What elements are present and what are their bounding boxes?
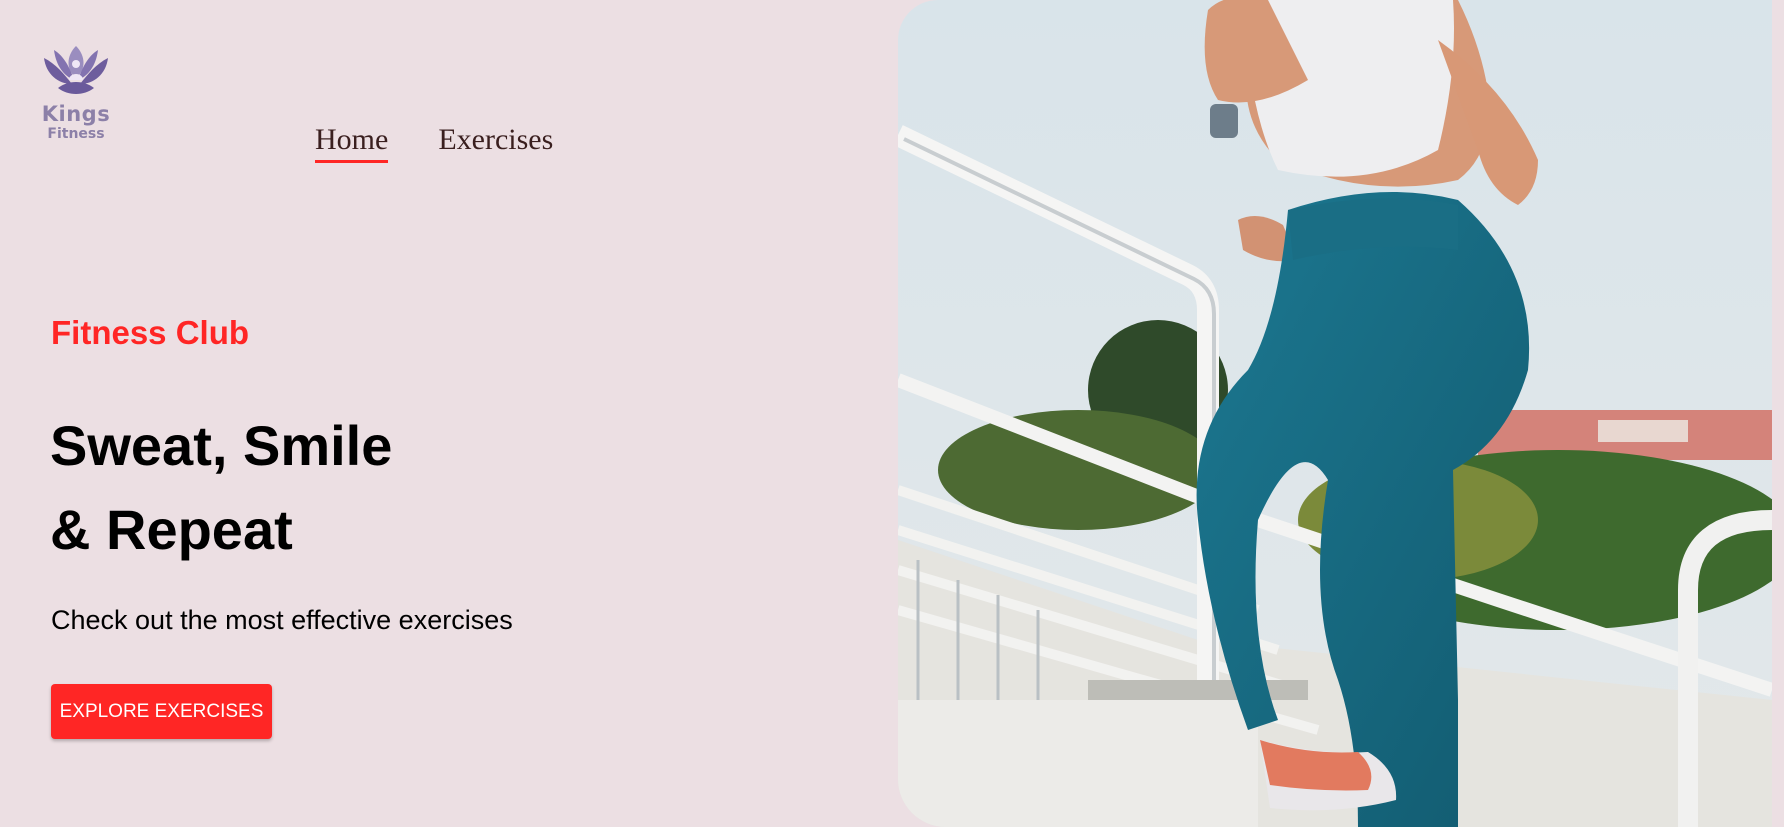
nav-home-link[interactable]: Home [315,122,389,163]
hero-subtitle: Check out the most effective exercises [51,605,513,635]
brand-logo[interactable]: Kings Fitness [40,44,112,148]
hero-headline-line1: Sweat, Smile [50,414,393,477]
logo-wordmark: Kings [41,102,111,126]
hero-tagline: Fitness Club [51,314,250,351]
hero-image [898,0,1772,827]
logo-subtext: Fitness [47,126,105,142]
main-nav: Home Exercises [315,122,553,163]
hero-photo-illustration [898,0,1772,827]
nav-exercises-link[interactable]: Exercises [438,122,553,163]
lotus-meditation-icon [44,46,108,94]
hero-headline: Sweat, Smile & Repeat [50,404,392,572]
explore-exercises-button[interactable]: EXPLORE EXERCISES [51,684,272,739]
hero-headline-line2: & Repeat [50,498,293,561]
